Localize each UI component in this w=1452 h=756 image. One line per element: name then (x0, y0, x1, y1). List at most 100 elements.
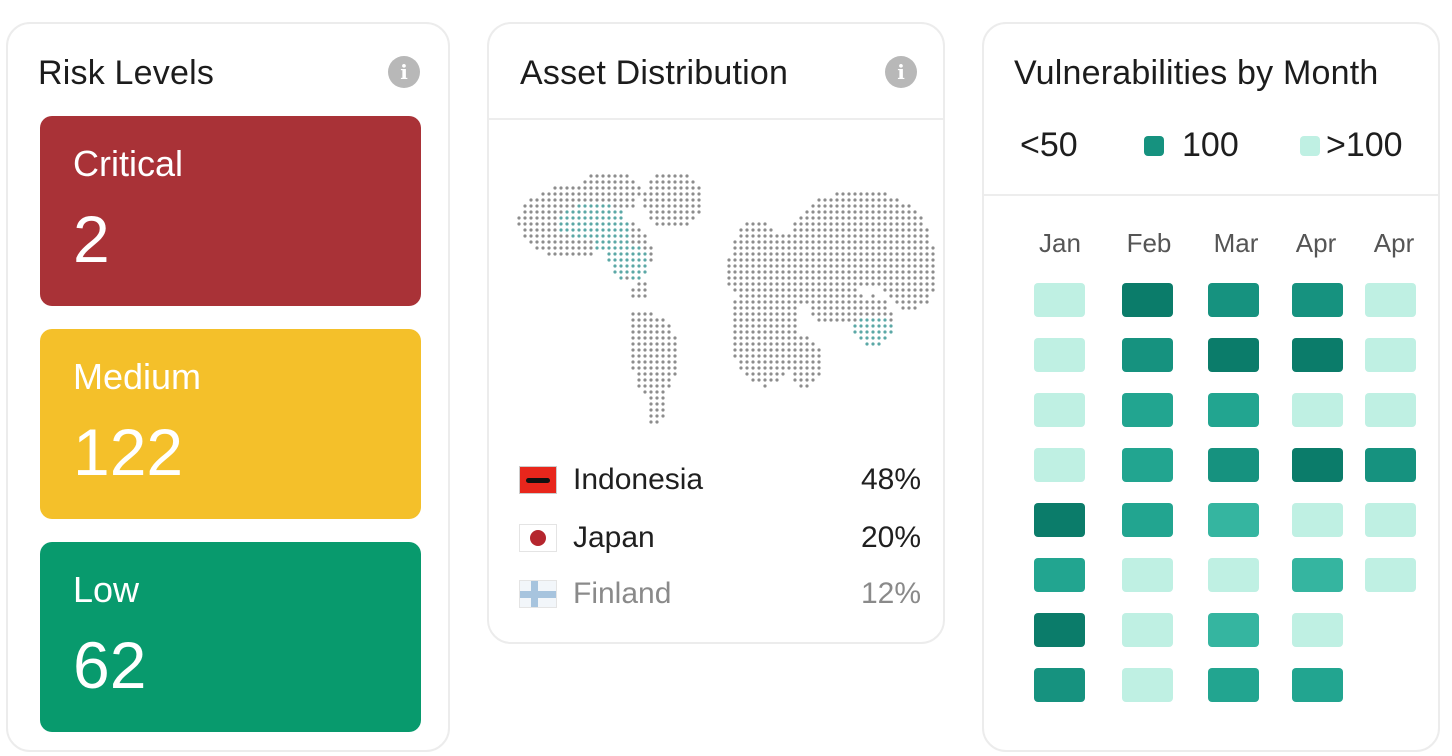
heatmap-cell[interactable] (1208, 668, 1259, 702)
map-dot (859, 336, 863, 340)
map-dot (631, 288, 635, 292)
map-dot (601, 192, 605, 196)
map-dot (607, 258, 611, 262)
map-dot (655, 324, 659, 328)
map-dot (643, 252, 647, 256)
heatmap-cell[interactable] (1292, 668, 1343, 702)
map-dot (913, 306, 917, 310)
heatmap-cell[interactable] (1034, 613, 1085, 647)
heatmap-cell[interactable] (1122, 503, 1173, 537)
heatmap-cell[interactable] (1365, 503, 1416, 537)
heatmap-cell[interactable] (1208, 393, 1259, 427)
map-dot (565, 210, 569, 214)
map-dot (901, 204, 905, 208)
map-dot (571, 210, 575, 214)
heatmap-cell[interactable] (1365, 338, 1416, 372)
heatmap-cell[interactable] (1292, 613, 1343, 647)
country-row-finland[interactable]: Finland 12% (519, 574, 921, 614)
heatmap-cell[interactable] (1365, 558, 1416, 592)
map-dot (649, 192, 653, 196)
info-icon[interactable]: i (885, 56, 917, 88)
heatmap-cell[interactable] (1208, 448, 1259, 482)
heatmap-cell[interactable] (1208, 503, 1259, 537)
map-dot (787, 264, 791, 268)
map-dot (763, 270, 767, 274)
heatmap-cell[interactable] (1292, 448, 1343, 482)
map-dot (793, 270, 797, 274)
map-dot (559, 192, 563, 196)
map-dot (625, 276, 629, 280)
heatmap-cell[interactable] (1034, 448, 1085, 482)
map-dot (751, 240, 755, 244)
heatmap-cell[interactable] (1034, 393, 1085, 427)
map-dot (835, 312, 839, 316)
map-dot (775, 330, 779, 334)
info-icon[interactable]: i (388, 56, 420, 88)
risk-medium-tile[interactable]: Medium 122 (40, 329, 421, 519)
heatmap-cell[interactable] (1122, 668, 1173, 702)
heatmap-cell[interactable] (1122, 393, 1173, 427)
heatmap-cell[interactable] (1208, 613, 1259, 647)
heatmap-cell[interactable] (1122, 338, 1173, 372)
map-dot (697, 210, 701, 214)
heatmap-cell[interactable] (1034, 503, 1085, 537)
map-dot (823, 234, 827, 238)
map-dot (883, 330, 887, 334)
map-dot (595, 210, 599, 214)
heatmap-cell[interactable] (1292, 338, 1343, 372)
heatmap-cell[interactable] (1122, 448, 1173, 482)
heatmap-cell[interactable] (1034, 338, 1085, 372)
map-dot (763, 306, 767, 310)
map-dot (661, 360, 665, 364)
map-dot (781, 264, 785, 268)
map-dot (817, 228, 821, 232)
map-dot (901, 258, 905, 262)
map-dot (565, 234, 569, 238)
map-dot (877, 306, 881, 310)
country-row-indonesia[interactable]: Indonesia 48% (519, 460, 921, 500)
heatmap-cell[interactable] (1208, 558, 1259, 592)
map-dot (799, 384, 803, 388)
map-dot (811, 270, 815, 274)
country-row-japan[interactable]: Japan 20% (519, 518, 921, 558)
map-dot (835, 252, 839, 256)
heatmap-cell[interactable] (1034, 558, 1085, 592)
map-dot (907, 210, 911, 214)
heatmap-cell[interactable] (1292, 558, 1343, 592)
map-dot (739, 234, 743, 238)
risk-critical-tile[interactable]: Critical 2 (40, 116, 421, 306)
heatmap-cell[interactable] (1034, 668, 1085, 702)
map-dot (847, 270, 851, 274)
heatmap-cell[interactable] (1122, 283, 1173, 317)
map-dot (685, 192, 689, 196)
map-dot (853, 228, 857, 232)
world-dot-map[interactable] (515, 152, 935, 434)
country-percent: 48% (860, 463, 921, 496)
map-dot (733, 306, 737, 310)
heatmap-cell[interactable] (1365, 393, 1416, 427)
map-dot (547, 192, 551, 196)
map-dot (883, 258, 887, 262)
map-dot (769, 378, 773, 382)
map-dot (667, 354, 671, 358)
map-dot (727, 282, 731, 286)
heatmap-cell[interactable] (1208, 338, 1259, 372)
heatmap-cell[interactable] (1292, 283, 1343, 317)
heatmap-cell[interactable] (1034, 283, 1085, 317)
heatmap-cell[interactable] (1292, 503, 1343, 537)
risk-low-tile[interactable]: Low 62 (40, 542, 421, 732)
map-dot (739, 348, 743, 352)
map-dot (811, 204, 815, 208)
map-dot (661, 180, 665, 184)
map-dot (805, 240, 809, 244)
heatmap-cell[interactable] (1208, 283, 1259, 317)
heatmap-cell[interactable] (1122, 558, 1173, 592)
map-dot (595, 174, 599, 178)
map-dot (553, 240, 557, 244)
heatmap-cell[interactable] (1122, 613, 1173, 647)
heatmap-cell[interactable] (1292, 393, 1343, 427)
heatmap-cell[interactable] (1365, 283, 1416, 317)
map-dot (811, 258, 815, 262)
heatmap-cell[interactable] (1365, 448, 1416, 482)
map-dot (601, 174, 605, 178)
